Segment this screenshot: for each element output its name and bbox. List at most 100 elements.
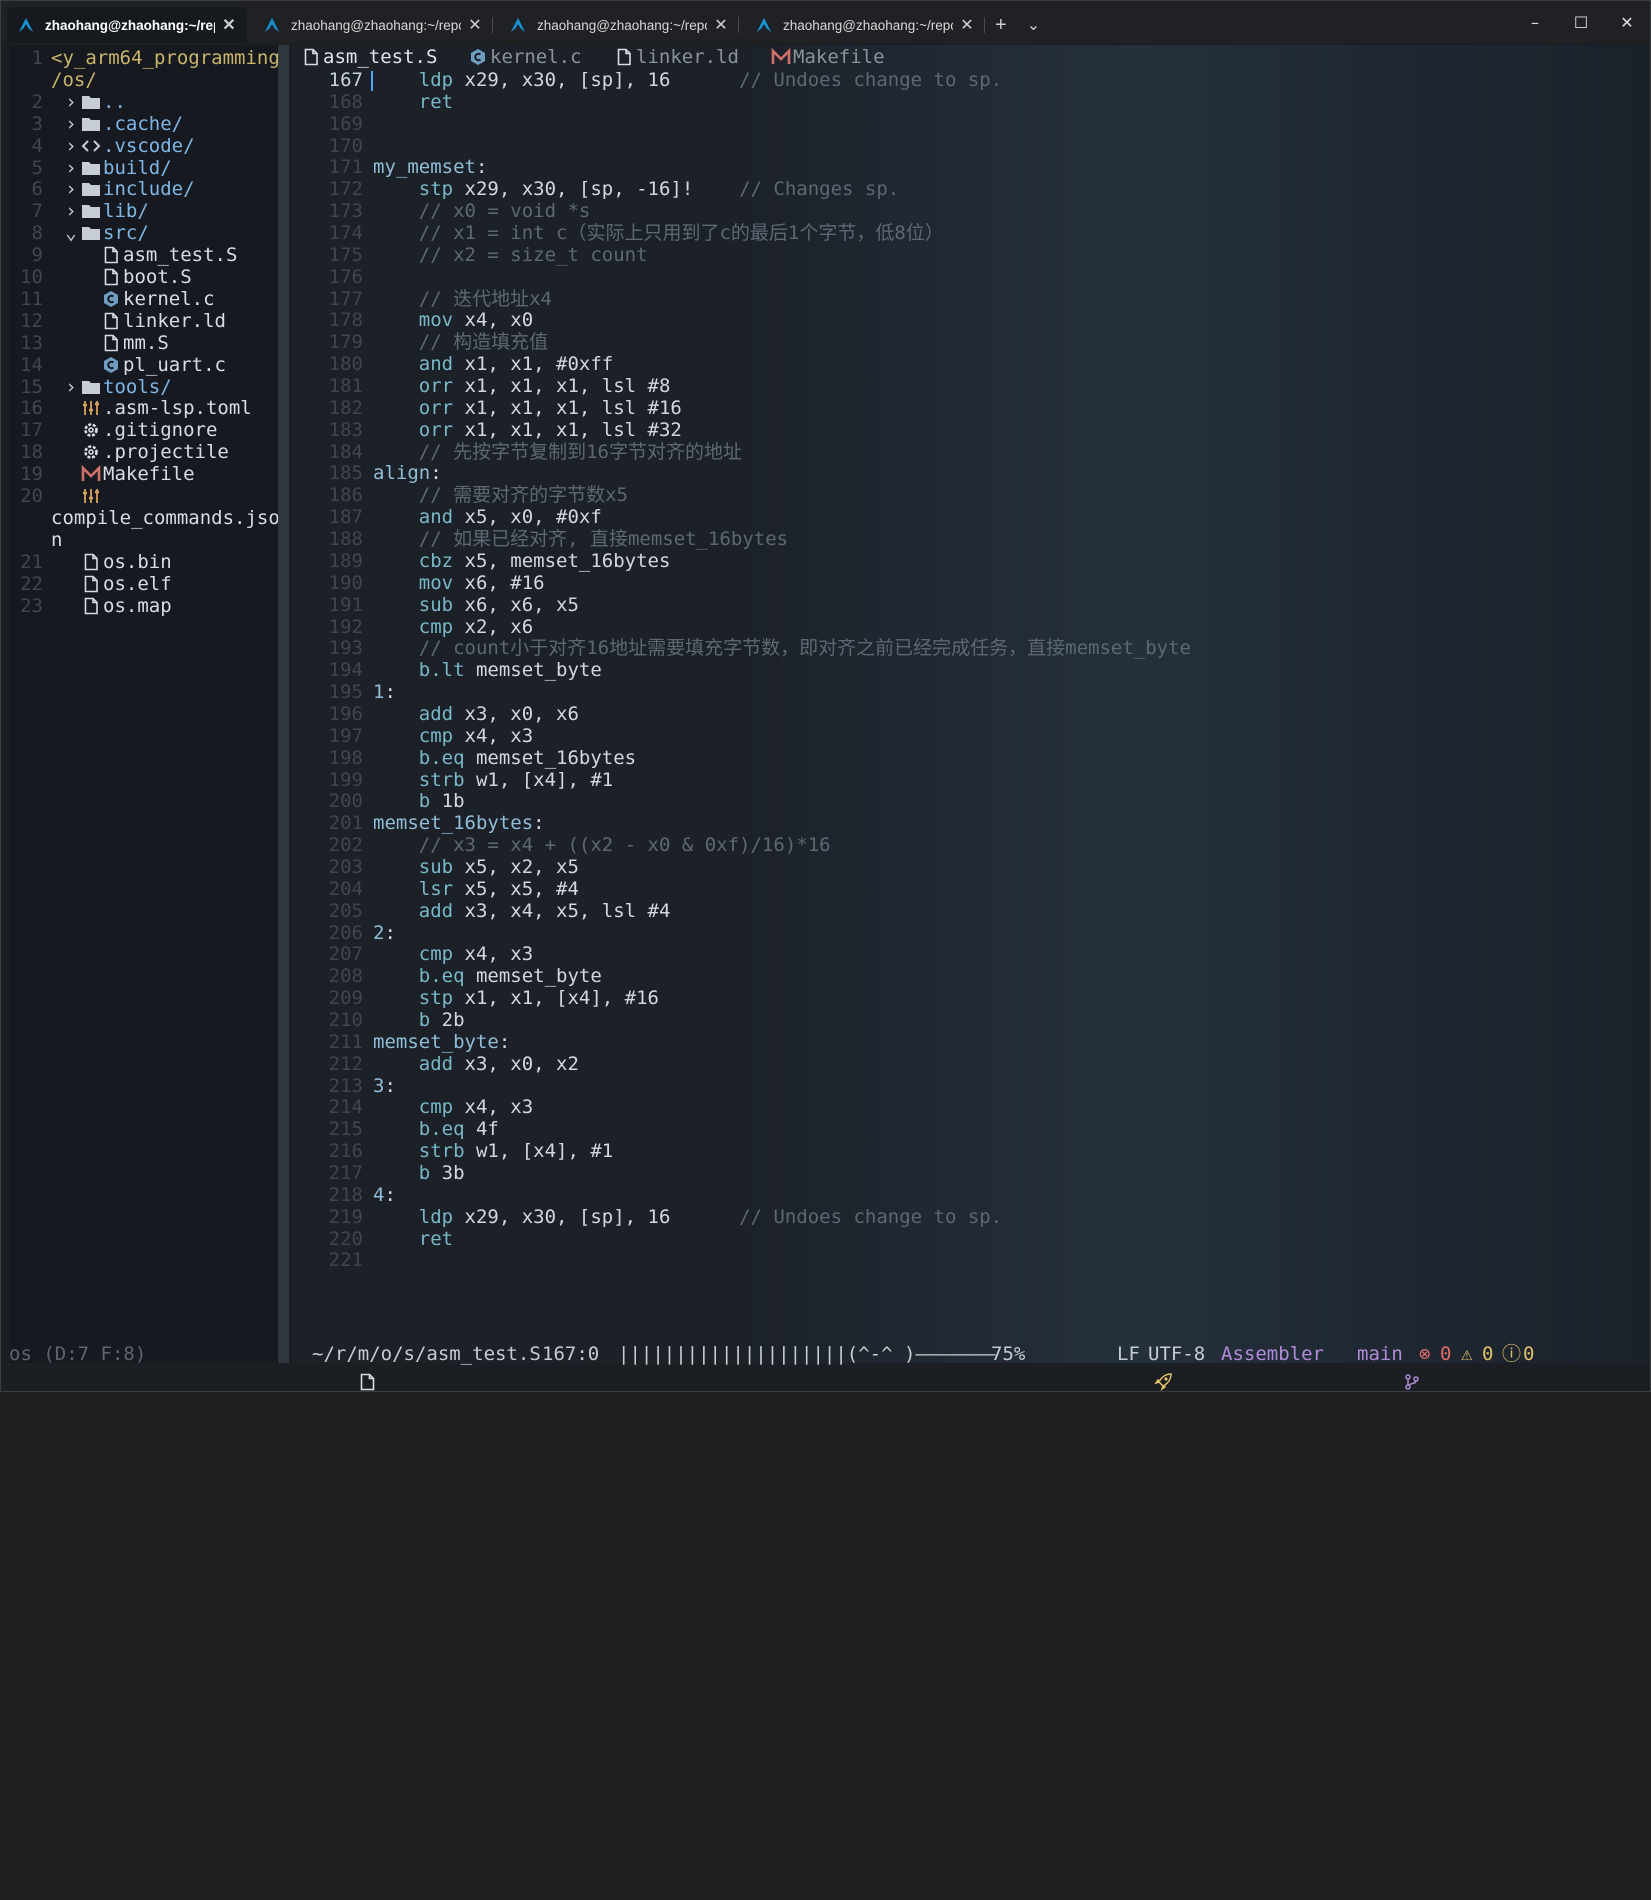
chevron-right-icon[interactable]: › [61, 376, 81, 399]
line-number: 13 [20, 331, 43, 354]
line-number: 2 [31, 90, 43, 113]
tree-item-label: mm.S [123, 331, 169, 354]
code-keyword: cmp [418, 1096, 454, 1119]
tree-item-label: asm_test.S [123, 244, 238, 267]
code-text: ldp x29, x30, [sp], 16 // Undoes change … [373, 69, 1002, 92]
code-text: cmp x4, x3 [373, 725, 533, 748]
tab-title: zhaohang@zhaohang:~/reposi [291, 17, 461, 33]
code-keyword: add [418, 702, 454, 725]
chevron-right-icon[interactable]: › [61, 113, 81, 136]
chevron-right-icon[interactable]: › [61, 178, 81, 201]
code-text: and x5, x0, #0xf [373, 506, 602, 529]
line-number: 10 [20, 266, 43, 288]
file-icon [301, 48, 321, 67]
line-number: 170 [328, 134, 363, 157]
editor-tab-linker-ld[interactable]: linker.ld [614, 45, 739, 69]
code-token: 2b [430, 1008, 465, 1031]
chevron-right-icon[interactable]: › [61, 157, 81, 180]
editor-tab-makefile[interactable]: Makefile [771, 45, 885, 69]
editor-tab-label: kernel.c [490, 46, 582, 68]
close-tab-icon[interactable]: ✕ [959, 15, 975, 35]
folder-icon [81, 180, 101, 199]
tree-item-label: n [51, 528, 63, 551]
code-text: b 2b [373, 1009, 465, 1032]
tree-item-label: Makefile [103, 463, 195, 486]
code-text: and x1, x1, #0xff [373, 353, 613, 376]
maximize-button[interactable]: ☐ [1558, 1, 1604, 43]
close-window-button[interactable]: ✕ [1604, 1, 1650, 43]
code-token: x5, x0, #0xf [453, 506, 602, 529]
file-encoding: UTF-8 [1148, 1343, 1206, 1365]
code-keyword: orr [418, 418, 454, 441]
code-text: 3: [373, 1075, 396, 1098]
folder-icon [81, 159, 101, 178]
code-text: // 如果已经对齐, 直接memset_16bytes [373, 528, 788, 551]
code-comment: // Undoes change to sp. [739, 1205, 1003, 1228]
code-text: b.eq memset_16bytes [373, 747, 636, 770]
line-number: 187 [328, 506, 363, 529]
code-keyword: b.eq [418, 1118, 465, 1141]
code-token: x1, x1, x1, lsl #16 [453, 396, 682, 419]
code-keyword: mov [418, 309, 454, 332]
code-text: // 构造填充值 [373, 331, 548, 354]
code-label: 3 [373, 1074, 385, 1097]
close-tab-icon[interactable]: ✕ [467, 15, 483, 35]
line-number: 189 [328, 549, 363, 572]
code-keyword: and [418, 506, 454, 529]
code-token: x4, x0 [453, 309, 534, 332]
code-text: cmp x4, x3 [373, 943, 533, 966]
line-number: 193 [328, 637, 363, 660]
status-bar: os (D:7 F:8) ~/r/m/o/s/asm_test.S 167:0 … [1, 1340, 1650, 1391]
line-number: 22 [20, 572, 43, 595]
line-number: 19 [20, 463, 43, 486]
line-number: 7 [31, 200, 43, 223]
close-tab-icon[interactable]: ✕ [221, 15, 237, 35]
line-number: 168 [328, 90, 363, 113]
code-text: orr x1, x1, x1, lsl #8 [373, 375, 671, 398]
code-editor[interactable]: asm_test.S kernel.c linker.ld Makefile 167 … [291, 45, 1650, 1363]
terminal-tab-4[interactable]: zhaohang@zhaohang:~/reposi ✕ [745, 7, 985, 43]
close-tab-icon[interactable]: ✕ [713, 15, 729, 35]
code-token: x5, x5, #4 [453, 877, 579, 900]
line-number: 218 [328, 1183, 363, 1206]
tab-title: zhaohang@zhaohang:~/reposi [783, 17, 953, 33]
code-text: 1: [373, 681, 396, 704]
chevron-right-icon[interactable]: › [61, 135, 81, 158]
code-token: x4, x3 [453, 724, 534, 747]
code-keyword: ret [418, 1227, 454, 1250]
code-token: x1, x1, x1, lsl #8 [453, 375, 671, 398]
editor-tab-kernel-c[interactable]: kernel.c [468, 45, 582, 69]
tab-dropdown-button[interactable]: ⌄ [1017, 7, 1050, 43]
chevron-right-icon[interactable]: › [61, 91, 81, 114]
code-token: x3, x4, x5, lsl #4 [453, 899, 671, 922]
error-icon: ⊗ [1419, 1343, 1431, 1365]
minimize-button[interactable]: – [1512, 1, 1558, 43]
chevron-right-icon[interactable]: › [61, 200, 81, 223]
tree-item-label: kernel.c [123, 287, 215, 310]
terminal-tab-1[interactable]: zhaohang@zhaohang:~/repos ✕ [7, 7, 247, 43]
terminal-tab-2[interactable]: zhaohang@zhaohang:~/reposi ✕ [253, 7, 493, 43]
chevron-down-icon[interactable]: ⌄ [61, 222, 81, 245]
code-token: x1, x1, x1, lsl #32 [453, 418, 682, 441]
editor-tab-asm_test-s[interactable]: asm_test.S [301, 45, 437, 69]
code-token: x4, x3 [453, 1096, 534, 1119]
sidebar-scrollbar[interactable] [278, 45, 289, 1363]
code-label: align [373, 462, 431, 485]
tree-item-label: /os/ [51, 68, 97, 91]
line-number: 11 [20, 287, 43, 310]
line-number: 182 [328, 396, 363, 419]
line-number: 1 [31, 47, 43, 69]
file-path: ~/r/m/o/s/asm_test.S [312, 1343, 541, 1365]
new-tab-button[interactable]: + [985, 7, 1017, 43]
folder-icon [81, 202, 101, 221]
code-text: mov x6, #16 [373, 572, 545, 595]
tree-item-label: build/ [103, 156, 172, 179]
terminal-tab-3[interactable]: zhaohang@zhaohang:~/reposi ✕ [499, 7, 739, 43]
